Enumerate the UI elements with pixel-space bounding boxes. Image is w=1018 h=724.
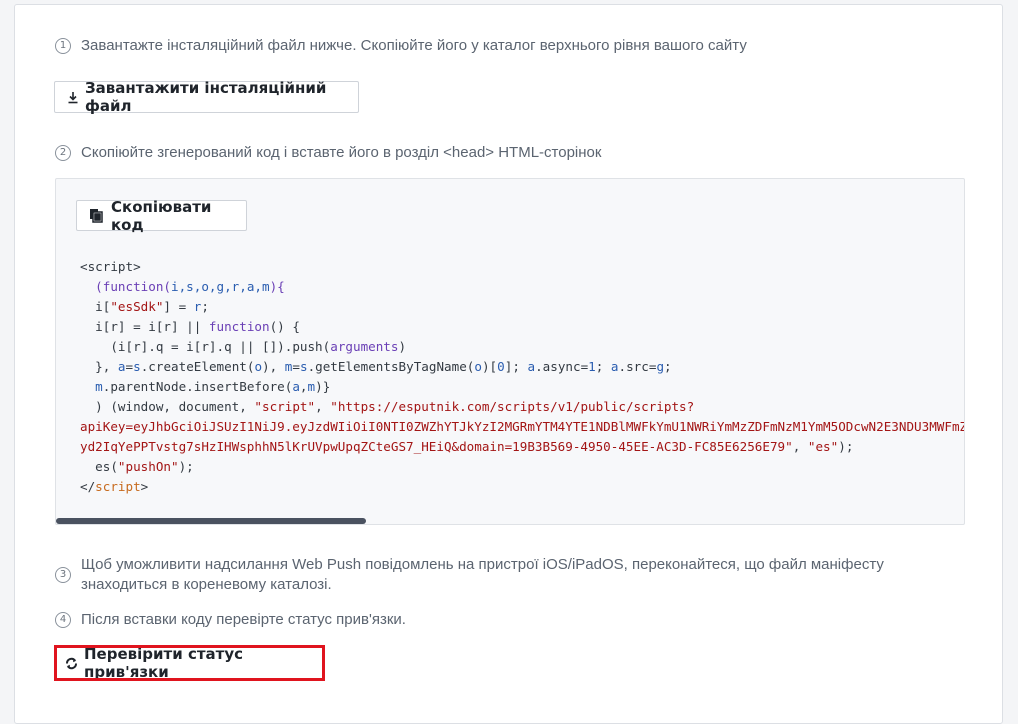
horizontal-scrollbar[interactable] xyxy=(56,518,964,524)
step-text: Скопіюйте згенерований код і вставте йог… xyxy=(81,144,602,161)
code-line: <script> xyxy=(80,259,141,274)
step-text: Після вставки коду перевірте статус прив… xyxy=(81,611,406,628)
download-icon xyxy=(67,91,79,104)
code-line: i["esSdk"] = r; xyxy=(95,299,209,314)
code-line: </script> xyxy=(80,479,149,494)
code-line: (function(i,s,o,g,r,a,m){ xyxy=(95,279,285,294)
code-line: i[r] = i[r] || function() { xyxy=(95,319,300,334)
code-line: (i[r].q = i[r].q || []).push(arguments) xyxy=(110,339,407,354)
step-text-line: Щоб уможливити надсилання Web Push повід… xyxy=(81,556,884,573)
code-line: }, a=s.createElement(o), m=s.getElements… xyxy=(95,359,672,374)
step-2: 2 Скопіюйте згенерований код і вставте й… xyxy=(55,143,601,163)
code-line: yd2IqYePPTvstg7sHzIHWsphhN5lKrUVpwUpqZCt… xyxy=(80,439,854,454)
code-line: ) (window, document, "script", "https://… xyxy=(95,399,695,414)
code-line: m.parentNode.insertBefore(a,m)} xyxy=(95,379,331,394)
copy-icon xyxy=(89,208,103,223)
step-text: Щоб уможливити надсилання Web Push повід… xyxy=(81,555,884,595)
code-line: es("pushOn"); xyxy=(95,459,194,474)
copy-button-label: Скопіювати код xyxy=(111,197,212,234)
step-text: Завантажте інсталяційний файл нижче. Ско… xyxy=(81,37,747,54)
code-block: Скопіювати код <script> (function(i,s,o,… xyxy=(55,178,965,525)
step-number: 4 xyxy=(55,612,71,628)
download-install-file-button[interactable]: Завантажити інсталяційний файл xyxy=(54,79,359,115)
step-number: 3 xyxy=(55,567,71,583)
copy-code-button[interactable]: Скопіювати код xyxy=(76,197,247,234)
step-number: 1 xyxy=(55,38,71,54)
step-3: 3 Щоб уможливити надсилання Web Push пов… xyxy=(55,555,884,595)
step-1: 1 Завантажте інсталяційний файл нижче. С… xyxy=(55,36,747,56)
integration-card: 1 Завантажте інсталяційний файл нижче. С… xyxy=(14,4,1003,724)
step-text-line: знаходиться в кореневому каталозі. xyxy=(81,576,332,593)
code-snippet: <script> (function(i,s,o,g,r,a,m){ i["es… xyxy=(80,257,965,497)
download-button-label: Завантажити інсталяційний файл xyxy=(85,79,327,115)
step-4: 4 Після вставки коду перевірте статус пр… xyxy=(55,610,406,630)
check-button-label: Перевірити статус прив'язки xyxy=(84,645,244,681)
code-line: apiKey=eyJhbGciOiJSUzI1NiJ9.eyJzdWIiOiI0… xyxy=(80,419,965,434)
check-binding-status-button[interactable]: Перевірити статус прив'язки xyxy=(57,645,322,681)
step-number: 2 xyxy=(55,145,71,161)
scrollbar-thumb[interactable] xyxy=(56,518,366,524)
refresh-icon xyxy=(65,657,78,670)
